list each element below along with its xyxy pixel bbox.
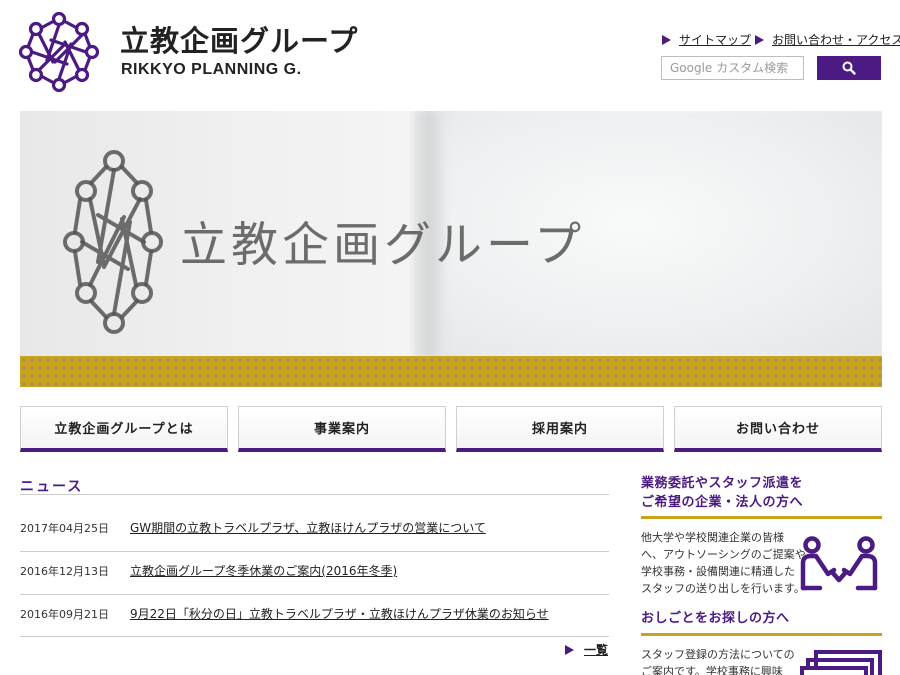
site-header: 立教企画グループ RIKKYO PLANNING G. サイトマップ お問い合わ…: [0, 0, 900, 110]
jobs-rule: [641, 633, 882, 636]
business-text-line: 他大学や学校関連企業の皆様: [641, 531, 784, 544]
hero-logo-mark-icon: [63, 150, 163, 334]
search-icon: [842, 61, 856, 75]
handshake-people-icon[interactable]: [798, 536, 880, 592]
triangle-right-icon: [565, 644, 574, 655]
news-more-link[interactable]: 一覧: [565, 641, 608, 658]
business-text-line: 学校事務・設備関連に精通した: [641, 565, 795, 578]
business-heading-line1[interactable]: 業務委託やスタッフ派遣を: [641, 474, 803, 493]
contact-access-link[interactable]: お問い合わせ・アクセス: [755, 31, 900, 48]
news-heading: ニュース: [20, 479, 84, 495]
news-date: 2016年12月13日: [20, 565, 109, 578]
news-more-label: 一覧: [584, 643, 609, 657]
business-rule: [641, 516, 882, 519]
brand-name-en[interactable]: RIKKYO PLANNING G.: [121, 61, 302, 79]
news-date: 2017年04月25日: [20, 522, 109, 535]
sitemap-link-label: サイトマップ: [679, 33, 752, 47]
search-input[interactable]: [661, 56, 804, 80]
business-heading-line2[interactable]: ご希望の企業・法人の方へ: [641, 493, 803, 512]
hero-dotted-strip: [20, 356, 882, 387]
hero-banner: 立教企画グループ: [20, 111, 882, 387]
jobs-text-line: ご案内です。学校事務に興味: [641, 665, 783, 675]
news-divider: [20, 636, 609, 637]
contact-access-link-label: お問い合わせ・アクセス: [772, 33, 900, 47]
news-link[interactable]: GW期間の立教トラベルプラザ、立教ほけんプラザの営業について: [130, 519, 486, 536]
brand-name-jp[interactable]: 立教企画グループ: [120, 24, 358, 58]
nav-business[interactable]: 事業案内: [238, 406, 446, 452]
search-button[interactable]: [817, 56, 881, 80]
business-text-line: スタッフの送り出しを行います。: [641, 582, 805, 595]
news-divider: [20, 551, 609, 552]
document-stack-icon[interactable]: [800, 650, 882, 675]
nav-contact[interactable]: お問い合わせ: [674, 406, 882, 452]
jobs-text-line: スタッフ登録の方法についての: [641, 648, 795, 661]
logo-mark-icon[interactable]: [19, 12, 99, 92]
news-divider: [20, 494, 609, 495]
news-date: 2016年09月21日: [20, 608, 109, 621]
sitemap-link[interactable]: サイトマップ: [662, 31, 751, 48]
business-text-line: へ、アウトソーシングのご提案や: [641, 548, 806, 561]
triangle-right-icon: [662, 34, 671, 45]
news-divider: [20, 594, 609, 595]
main-nav: 立教企画グループとは 事業案内 採用案内 お問い合わせ: [20, 406, 882, 452]
news-link[interactable]: 立教企画グループ冬季休業のご案内(2016年冬季): [130, 562, 397, 579]
jobs-heading[interactable]: おしごとをお探しの方へ: [641, 609, 790, 628]
news-link[interactable]: 9月22日「秋分の日」立教トラベルプラザ・立教ほけんプラザ休業のお知らせ: [130, 605, 549, 622]
nav-about[interactable]: 立教企画グループとは: [20, 406, 228, 452]
nav-recruit[interactable]: 採用案内: [456, 406, 664, 452]
hero-signage-text: 立教企画グループ: [180, 218, 586, 273]
triangle-right-icon: [755, 34, 764, 45]
